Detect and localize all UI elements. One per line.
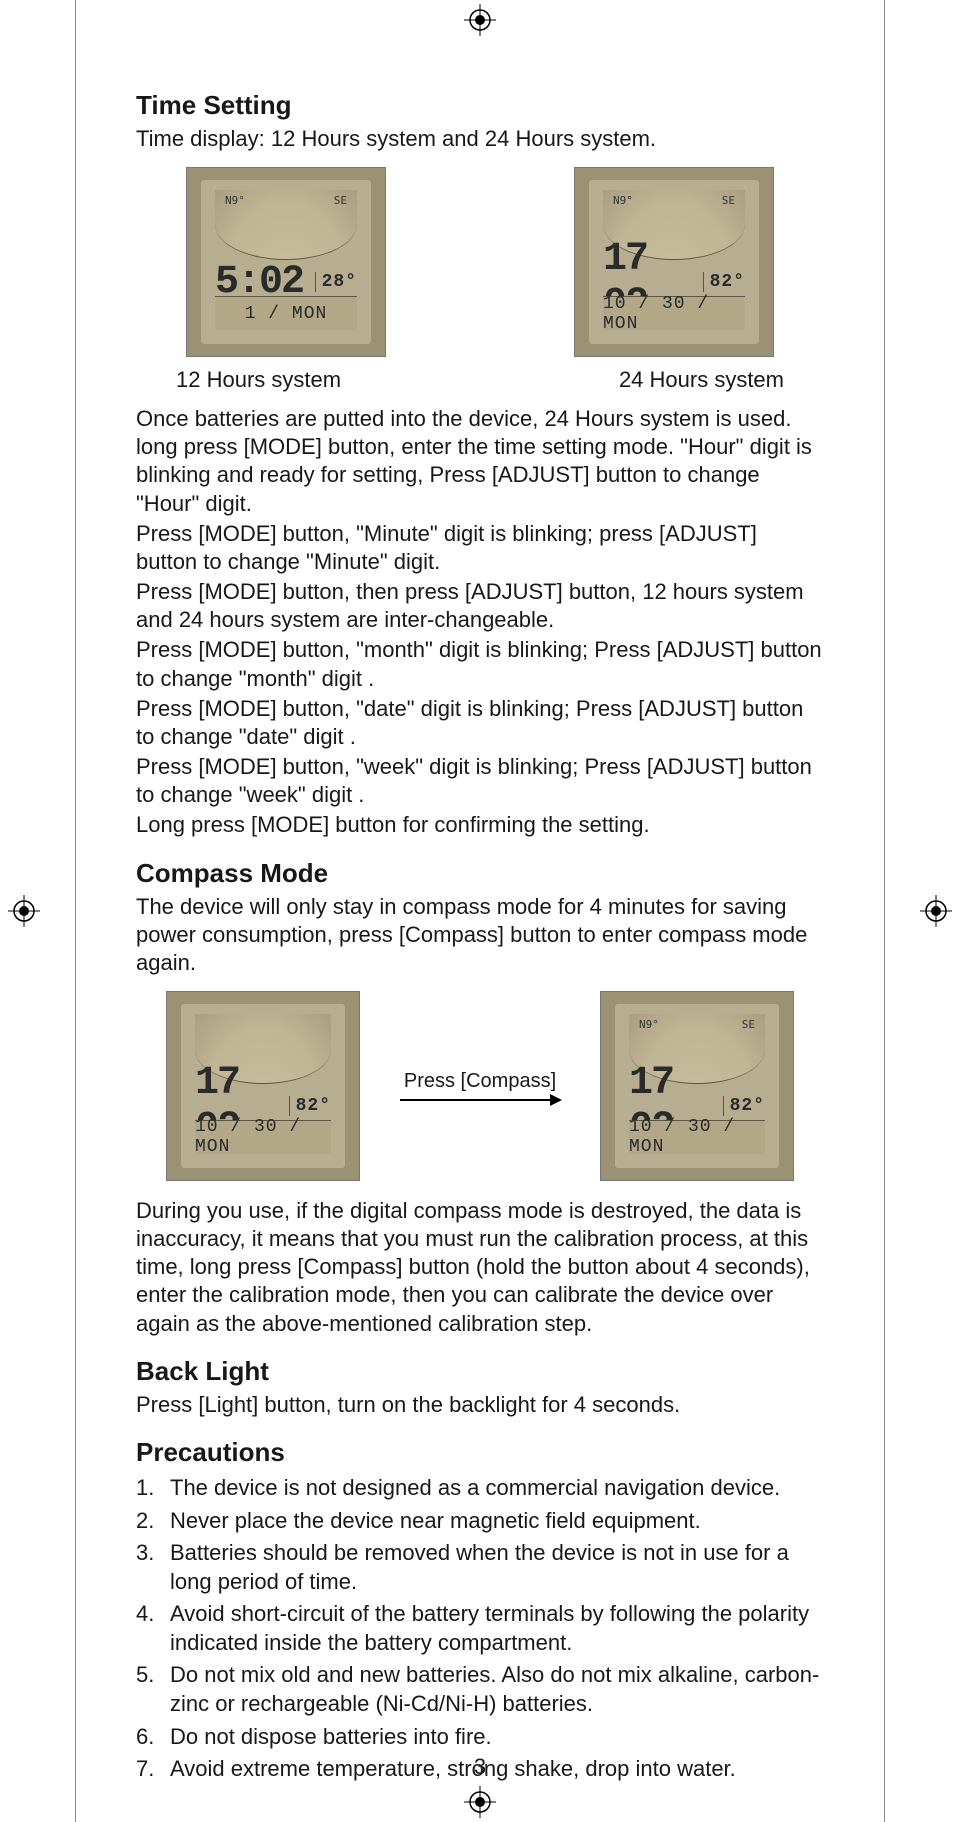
lcd-date: 1 / MON: [215, 296, 357, 330]
compass-mode-images: 17 0282° 10 / 30 / MON Press [Compass] N…: [166, 991, 794, 1181]
precautions-list: The device is not designed as a commerci…: [136, 1474, 824, 1784]
time-setting-captions: 12 Hours system 24 Hours system: [176, 367, 784, 393]
press-compass-caption: Press [Compass]: [404, 1070, 556, 1093]
heading-back-light: Back Light: [136, 1356, 824, 1387]
lcd-date: 10 / 30 / MON: [195, 1120, 331, 1154]
lcd-temp: 82°: [703, 272, 745, 292]
time-setting-p1: Once batteries are putted into the devic…: [136, 405, 824, 518]
lcd-photo-after-compass: N9° SE 17 0282° 10 / 30 / MON: [600, 991, 794, 1181]
lcd-temp: 82°: [289, 1096, 331, 1116]
heading-time-setting: Time Setting: [136, 90, 824, 121]
lcd-compass-left-label: N9°: [225, 194, 245, 207]
lcd-date: 10 / 30 / MON: [629, 1120, 765, 1154]
precaution-item: Batteries should be removed when the dev…: [136, 1539, 824, 1596]
compass-mode-p1: The device will only stay in compass mod…: [136, 893, 824, 977]
page-number: 3: [76, 1754, 884, 1780]
precaution-item: Do not mix old and new batteries. Also d…: [136, 1661, 824, 1718]
caption-24h: 24 Hours system: [619, 367, 784, 393]
precaution-item: Do not dispose batteries into fire.: [136, 1723, 824, 1752]
registration-mark-icon: [920, 895, 952, 927]
back-light-p1: Press [Light] button, turn on the backli…: [136, 1391, 824, 1419]
lcd-compass-right-label: SE: [722, 194, 735, 207]
arrow-right-icon: [400, 1099, 560, 1101]
lcd-date: 10 / 30 / MON: [603, 296, 745, 330]
precaution-item: Avoid short-circuit of the battery termi…: [136, 1600, 824, 1657]
lcd-photo-24h: N9° SE 17 0282° 10 / 30 / MON: [574, 167, 774, 357]
time-setting-images: N9° SE 5:0228° 1 / MON N9° SE 17 0282° 1…: [186, 167, 774, 357]
time-setting-p6: Press [MODE] button, "week" digit is bli…: [136, 753, 824, 809]
lcd-temp: 82°: [723, 1096, 765, 1116]
time-setting-p4: Press [MODE] button, "month" digit is bl…: [136, 636, 824, 692]
registration-mark-icon: [8, 895, 40, 927]
manual-page: Time Setting Time display: 12 Hours syst…: [75, 0, 885, 1822]
precaution-item: The device is not designed as a commerci…: [136, 1474, 824, 1503]
precaution-item: Never place the device near magnetic fie…: [136, 1507, 824, 1536]
lcd-photo-12h: N9° SE 5:0228° 1 / MON: [186, 167, 386, 357]
heading-compass-mode: Compass Mode: [136, 858, 824, 889]
time-setting-p7: Long press [MODE] button for confirming …: [136, 811, 824, 839]
time-setting-p2: Press [MODE] button, "Minute" digit is b…: [136, 520, 824, 576]
heading-precautions: Precautions: [136, 1437, 824, 1468]
lcd-temp: 28°: [315, 272, 357, 292]
time-setting-p3: Press [MODE] button, then press [ADJUST]…: [136, 578, 824, 634]
time-setting-intro: Time display: 12 Hours system and 24 Hou…: [136, 125, 824, 153]
lcd-compass-right-label: SE: [742, 1018, 755, 1031]
caption-12h: 12 Hours system: [176, 367, 341, 393]
lcd-compass-left-label: N9°: [613, 194, 633, 207]
compass-mode-p2: During you use, if the digital compass m…: [136, 1197, 824, 1338]
time-setting-p5: Press [MODE] button, "date" digit is bli…: [136, 695, 824, 751]
compass-arrow-block: Press [Compass]: [400, 991, 560, 1181]
lcd-compass-right-label: SE: [334, 194, 347, 207]
lcd-photo-before-compass: 17 0282° 10 / 30 / MON: [166, 991, 360, 1181]
lcd-compass-left-label: N9°: [639, 1018, 659, 1031]
